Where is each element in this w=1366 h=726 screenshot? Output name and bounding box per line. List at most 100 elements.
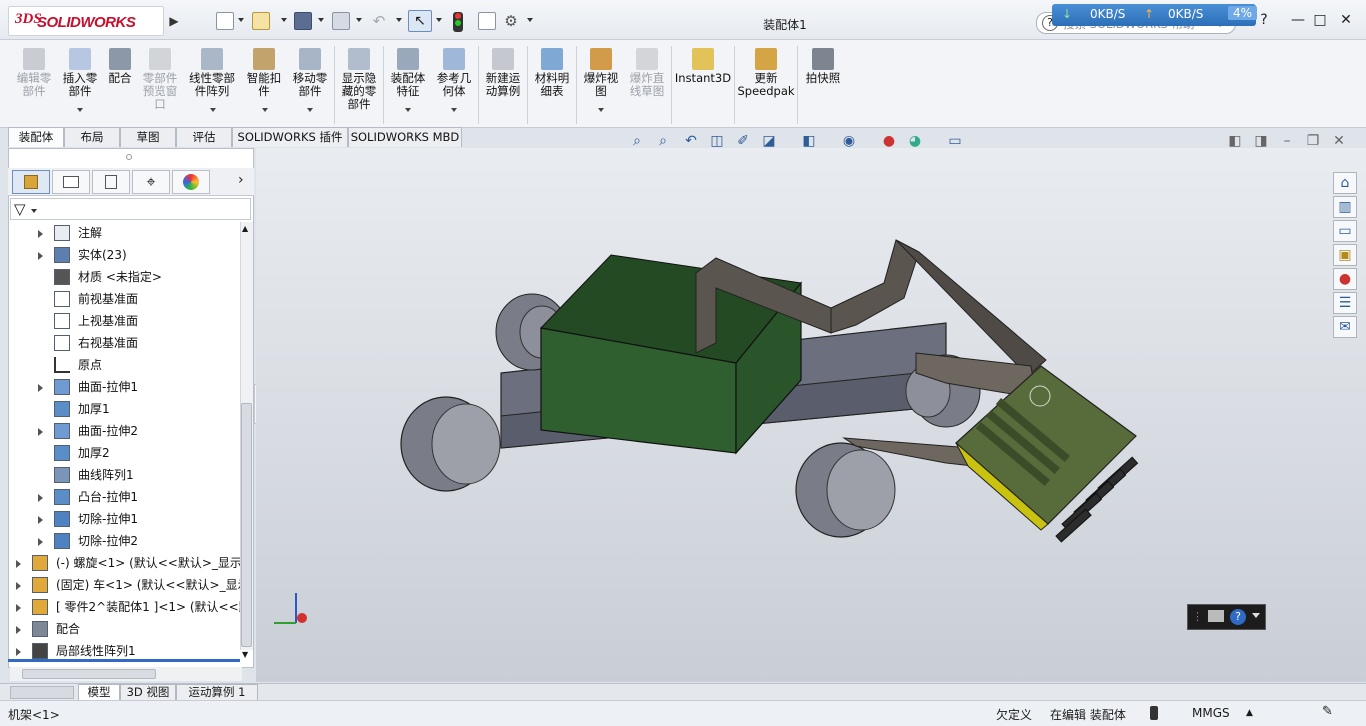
open-icon[interactable]	[252, 12, 270, 30]
previous-view-icon[interactable]: ↶	[682, 133, 700, 149]
menu-expand-icon[interactable]: ▶	[167, 12, 181, 30]
viewport-maximize-icon[interactable]: ❐	[1304, 133, 1322, 149]
view-palette-icon[interactable]: ▣	[1333, 244, 1357, 266]
filter-icon[interactable]: ▽	[14, 200, 26, 218]
print-icon[interactable]	[332, 12, 350, 30]
dynamic-annotation-icon[interactable]: ✐	[734, 133, 752, 149]
apply-scene-icon[interactable]: ◕	[906, 133, 924, 149]
expand-arrow-icon[interactable]	[38, 252, 43, 260]
zoom-area-icon[interactable]: ⌕	[654, 133, 672, 149]
instant3d-button[interactable]: Instant3D	[674, 48, 732, 85]
show-hidden-components-button[interactable]: 显示隐 藏的零 部件	[337, 48, 381, 111]
rebuild-icon[interactable]	[453, 12, 463, 32]
rebuild-status-icon[interactable]	[1150, 706, 1158, 720]
feature-manager-tab-icon[interactable]	[12, 170, 50, 194]
design-library-icon[interactable]: ▥	[1333, 196, 1357, 218]
units-menu[interactable]: MMGS	[1192, 706, 1230, 720]
explode-line-sketch-button[interactable]: 爆炸直 线草图	[625, 48, 669, 98]
dimxpert-tab-icon[interactable]: ⌖	[132, 170, 170, 194]
options-gear-icon[interactable]: ⚙	[502, 12, 520, 30]
file-explorer-icon[interactable]: ▭	[1333, 220, 1357, 242]
scroll-down-icon[interactable]: ▼	[242, 650, 248, 659]
tab-evaluate[interactable]: 评估	[176, 127, 232, 147]
view-orientation-icon[interactable]: ◪	[760, 133, 778, 149]
view-settings-icon[interactable]: ▭	[946, 133, 964, 149]
display-manager-tab-icon[interactable]	[172, 170, 210, 194]
save-icon[interactable]	[294, 12, 312, 30]
take-snapshot-button[interactable]: 拍快照	[800, 48, 846, 85]
minimize-button[interactable]: —	[1286, 10, 1310, 30]
maximize-button[interactable]: □	[1308, 10, 1332, 30]
tab-3d-view[interactable]: 3D 视图	[120, 684, 176, 701]
floating-mini-toolbar[interactable]: ⋮⋮ ?	[1187, 604, 1266, 630]
graphics-area[interactable]	[256, 148, 1366, 682]
tree-filter[interactable]: ▽	[10, 198, 251, 220]
zoom-to-fit-icon[interactable]: ⌕	[628, 133, 646, 149]
undo-icon[interactable]: ↶	[370, 12, 388, 30]
custom-properties-icon[interactable]: ☰	[1333, 292, 1357, 314]
smart-fasteners-button[interactable]: 智能扣 件	[242, 48, 286, 98]
expand-arrow-icon[interactable]	[38, 516, 43, 524]
tab-model[interactable]: 模型	[78, 684, 120, 701]
status-settings-icon[interactable]: ✎	[1322, 704, 1333, 719]
mate-button[interactable]: 配合	[104, 48, 136, 85]
configuration-manager-tab-icon[interactable]	[92, 170, 130, 194]
expand-arrow-icon[interactable]	[16, 582, 21, 590]
panel-more-icon[interactable]: ›	[238, 172, 244, 188]
panel-grip[interactable]	[126, 154, 132, 160]
new-document-icon[interactable]	[216, 12, 234, 30]
expand-arrow-icon[interactable]	[38, 230, 43, 238]
expand-arrow-icon[interactable]	[38, 428, 43, 436]
expand-arrow-icon[interactable]	[16, 604, 21, 612]
help-circle-icon[interactable]: ?	[1230, 609, 1246, 625]
solidworks-resources-icon[interactable]: ⌂	[1333, 172, 1357, 194]
scroll-up-icon[interactable]: ▲	[242, 224, 248, 233]
expand-arrow-icon[interactable]	[16, 648, 21, 656]
forum-icon[interactable]: ✉	[1333, 316, 1357, 338]
assembly-features-button[interactable]: 装配体 特征	[386, 48, 430, 98]
tab-motion-study[interactable]: 运动算例 1	[176, 684, 258, 701]
help-menu-icon[interactable]: ?	[1252, 10, 1276, 30]
tab-scroll-buttons[interactable]	[10, 686, 74, 699]
select-icon[interactable]: ↖	[408, 10, 432, 32]
viewport-minimize-icon[interactable]: –	[1278, 133, 1296, 149]
property-manager-tab-icon[interactable]	[52, 170, 90, 194]
move-component-button[interactable]: 移动零 部件	[288, 48, 332, 98]
reference-geometry-button[interactable]: 参考几 何体	[432, 48, 476, 98]
viewport-close-icon[interactable]: ✕	[1330, 133, 1348, 149]
file-properties-icon[interactable]	[478, 12, 496, 30]
expand-arrow-icon[interactable]	[38, 384, 43, 392]
tree-hscroll-thumb[interactable]	[22, 669, 156, 679]
close-button[interactable]: ✕	[1334, 10, 1358, 30]
solidworks-logo[interactable]: 3DS SOLIDWORKS	[8, 6, 164, 36]
tab-assembly[interactable]: 装配体	[8, 127, 64, 147]
viewport-restore-icon[interactable]: ◧	[1226, 133, 1244, 149]
mini-toolbar-menu-icon[interactable]	[1252, 613, 1260, 618]
tab-sketch[interactable]: 草图	[120, 127, 176, 147]
expand-arrow-icon[interactable]	[16, 626, 21, 634]
tree-scroll-thumb[interactable]	[241, 403, 252, 647]
keyboard-icon[interactable]	[1208, 610, 1224, 622]
linear-pattern-button[interactable]: 线性零部 件阵列	[186, 48, 238, 98]
display-style-icon[interactable]: ◧	[800, 133, 818, 149]
tree-item-label: 凸台-拉伸1	[78, 490, 138, 504]
new-motion-study-button[interactable]: 新建运 动算例	[481, 48, 525, 98]
update-speedpak-button[interactable]: 更新 Speedpak	[737, 48, 795, 98]
exploded-view-button[interactable]: 爆炸视 图	[579, 48, 623, 98]
component-preview-button[interactable]: 零部件 预览窗 口	[138, 48, 182, 111]
expand-arrow-icon[interactable]	[38, 494, 43, 502]
hide-show-items-icon[interactable]: ◉	[840, 133, 858, 149]
section-view-icon[interactable]: ◫	[708, 133, 726, 149]
tab-addins[interactable]: SOLIDWORKS 插件	[232, 127, 348, 147]
appearances-icon[interactable]: ●	[1333, 268, 1357, 290]
tab-layout[interactable]: 布局	[64, 127, 120, 147]
edit-appearance-icon[interactable]: ●	[880, 133, 898, 149]
expand-arrow-icon[interactable]	[16, 560, 21, 568]
bill-of-materials-button[interactable]: 材料明 细表	[530, 48, 574, 98]
insert-component-button[interactable]: 插入零 部件	[58, 48, 102, 98]
viewport-tile-icon[interactable]: ◨	[1252, 133, 1270, 149]
tab-mbd[interactable]: SOLIDWORKS MBD	[348, 127, 462, 147]
units-dropdown-icon[interactable]: ▲	[1246, 708, 1253, 718]
edit-component-button[interactable]: 编辑零 部件	[12, 48, 56, 98]
expand-arrow-icon[interactable]	[38, 538, 43, 546]
